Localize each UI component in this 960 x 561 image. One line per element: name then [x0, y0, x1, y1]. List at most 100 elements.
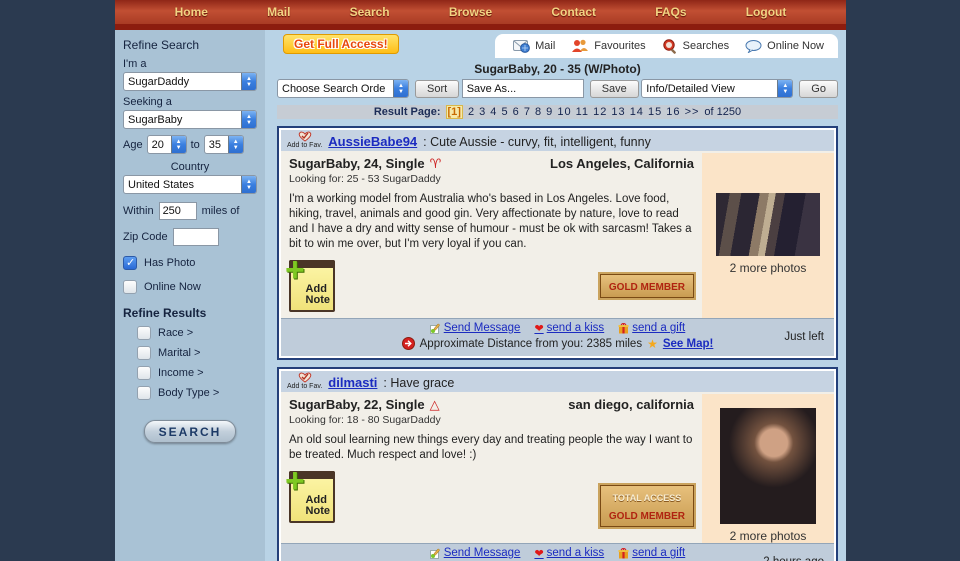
zip-code-input[interactable]	[173, 228, 219, 246]
country-value: United States	[124, 179, 241, 191]
get-full-access-button[interactable]: Get Full Access!	[283, 34, 399, 54]
add-note-label: AddNote	[306, 495, 330, 518]
add-note-button[interactable]: + AddNote	[289, 260, 335, 312]
profile-card-header: Add to Fav. AussieBabe94 : Cute Aussie -…	[281, 130, 834, 151]
add-to-fav-button[interactable]: Add to Fav.	[287, 131, 322, 149]
tab-online-now[interactable]: Online Now	[745, 40, 824, 53]
select-arrows-icon: ▲▼	[777, 80, 792, 97]
username-link[interactable]: AussieBabe94	[328, 134, 417, 149]
send-kiss-link[interactable]: ❤ send a kiss	[534, 547, 604, 560]
add-note-button[interactable]: + AddNote	[289, 471, 335, 523]
results-title: SugarBaby, 20 - 35 (W/Photo)	[277, 62, 838, 76]
profile-card-footer: Send Message ❤ send a kiss send a gift	[281, 543, 834, 561]
sort-button[interactable]: Sort	[415, 80, 459, 98]
send-message-icon	[430, 323, 441, 334]
send-message-link[interactable]: Send Message	[430, 322, 521, 334]
send-message-link[interactable]: Send Message	[430, 547, 521, 559]
results-controls: Choose Search Orde ▲▼ Sort Save Info/Det…	[277, 79, 838, 98]
add-to-fav-button[interactable]: Add to Fav.	[287, 372, 322, 390]
refine-search-title: Refine Search	[123, 38, 257, 52]
profile-headline: : Cute Aussie - curvy, fit, intelligent,…	[423, 135, 651, 149]
page-total: of 1250	[704, 106, 741, 118]
profile-summary: SugarBaby, 22, Single△	[289, 397, 440, 413]
marital-checkbox[interactable]	[137, 346, 151, 360]
search-button[interactable]: SEARCH	[144, 420, 236, 443]
body-type-checkbox[interactable]	[137, 386, 151, 400]
nav-browse[interactable]: Browse	[449, 5, 492, 19]
nav-home[interactable]: Home	[175, 5, 208, 19]
zodiac-icon: △	[430, 397, 440, 412]
gift-icon	[618, 548, 629, 559]
filter-body-type[interactable]: Body Type >	[137, 386, 257, 400]
online-now-option[interactable]: Online Now	[123, 280, 257, 294]
send-kiss-link[interactable]: ❤ send a kiss	[534, 322, 604, 335]
profile-photo[interactable]	[716, 193, 820, 256]
view-mode-value: Info/Detailed View	[642, 83, 777, 95]
gold-member-label: GOLD MEMBER	[609, 282, 685, 293]
nav-contact[interactable]: Contact	[551, 5, 596, 19]
has-photo-checkbox[interactable]	[123, 256, 137, 270]
tab-favourites[interactable]: Favourites	[571, 39, 645, 53]
more-photos-link[interactable]: 2 more photos	[730, 261, 807, 275]
more-photos-link[interactable]: 2 more photos	[730, 529, 807, 543]
country-label: Country	[123, 161, 257, 173]
view-mode-select[interactable]: Info/Detailed View ▲▼	[641, 79, 793, 98]
filter-marital[interactable]: Marital >	[137, 346, 257, 360]
age-to-select[interactable]: 35 ▲▼	[204, 135, 244, 154]
zip-code-label: Zip Code	[123, 231, 168, 243]
gold-member-label: GOLD MEMBER	[609, 511, 685, 522]
age-from-select[interactable]: 20 ▲▼	[147, 135, 187, 154]
go-button[interactable]: Go	[799, 80, 838, 98]
im-a-select[interactable]: SugarDaddy ▲▼	[123, 72, 257, 91]
miles-input[interactable]	[159, 202, 197, 220]
age-label: Age	[123, 139, 143, 151]
age-from-value: 20	[148, 139, 171, 151]
username-link[interactable]: dilmasti	[328, 375, 377, 390]
nav-faqs[interactable]: FAQs	[655, 5, 686, 19]
profile-description: An old soul learning new things every da…	[289, 433, 694, 463]
profile-card: Add to Fav. AussieBabe94 : Cute Aussie -…	[277, 126, 838, 360]
heart-icon: ❤	[534, 547, 543, 560]
save-button[interactable]: Save	[590, 80, 639, 98]
seeking-value: SugarBaby	[124, 114, 241, 126]
nav-mail[interactable]: Mail	[267, 5, 290, 19]
profile-headline: : Have grace	[383, 376, 454, 390]
select-arrows-icon: ▲▼	[171, 136, 186, 153]
last-seen-status: Just left	[784, 331, 824, 343]
map-star-icon: ★	[647, 337, 658, 351]
nav-search[interactable]: Search	[350, 5, 390, 19]
income-checkbox[interactable]	[137, 366, 151, 380]
select-arrows-icon: ▲▼	[228, 136, 243, 153]
tab-searches[interactable]: Searches	[662, 39, 729, 54]
has-photo-option[interactable]: Has Photo	[123, 256, 257, 270]
online-now-checkbox[interactable]	[123, 280, 137, 294]
race-checkbox[interactable]	[137, 326, 151, 340]
race-label: Race >	[158, 327, 193, 339]
tab-mail[interactable]: Mail	[513, 40, 555, 53]
looking-for: Looking for: 25 - 53 SugarDaddy	[289, 173, 694, 185]
tab-favourites-label: Favourites	[594, 40, 645, 52]
send-gift-link[interactable]: send a gift	[618, 322, 685, 334]
online-now-label: Online Now	[144, 281, 201, 293]
save-as-input[interactable]	[462, 79, 584, 98]
country-select[interactable]: United States ▲▼	[123, 175, 257, 194]
seeking-select[interactable]: SugarBaby ▲▼	[123, 110, 257, 129]
search-order-value: Choose Search Orde	[278, 83, 393, 95]
filter-race[interactable]: Race >	[137, 326, 257, 340]
profile-photo[interactable]	[720, 408, 816, 524]
looking-for: Looking for: 18 - 80 SugarDaddy	[289, 414, 694, 426]
marital-label: Marital >	[158, 347, 201, 359]
search-order-select[interactable]: Choose Search Orde ▲▼	[277, 79, 409, 98]
tab-online-now-label: Online Now	[767, 40, 824, 52]
filter-income[interactable]: Income >	[137, 366, 257, 380]
profile-details: SugarBaby, 22, Single△ san diego, califo…	[281, 394, 702, 543]
profile-description: I'm a working model from Australia who's…	[289, 192, 694, 252]
send-gift-link[interactable]: send a gift	[618, 547, 685, 559]
profile-location: Los Angeles, California	[550, 156, 694, 171]
see-map-link[interactable]: See Map!	[663, 338, 714, 350]
pagination-bar: Result Page: [1] 2 3 4 5 6 7 8 9 10 11 1…	[277, 105, 838, 119]
profile-card-footer: Send Message ❤ send a kiss send a gift	[281, 318, 834, 356]
nav-logout[interactable]: Logout	[746, 5, 787, 19]
gift-icon	[618, 323, 629, 334]
page-links[interactable]: 2 3 4 5 6 7 8 9 10 11 12 13 14 15 16 >>	[468, 106, 699, 118]
